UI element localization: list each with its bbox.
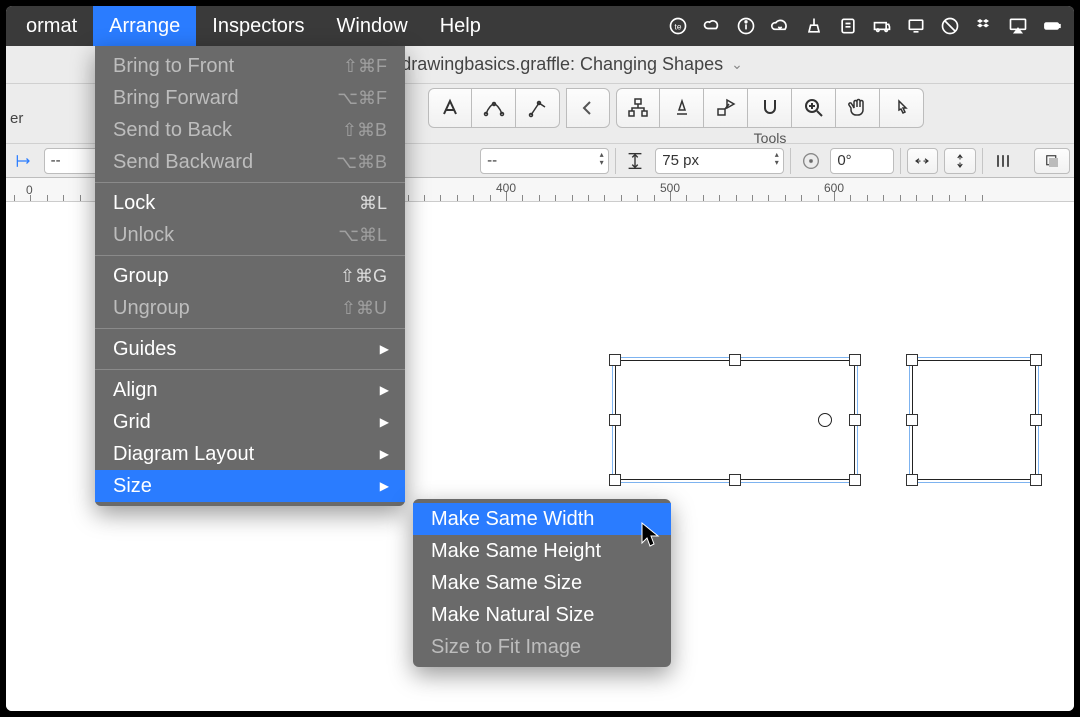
resize-handle[interactable]: [849, 354, 861, 366]
size-submenu: Make Same WidthMake Same HeightMake Same…: [413, 499, 671, 667]
rotation-icon: [797, 148, 825, 174]
arrange-dropdown: Bring to Front⇧⌘FBring Forward⌥⌘FSend to…: [95, 46, 405, 506]
submenu-item-make-natural-size[interactable]: Make Natural Size: [413, 599, 671, 631]
status-icon-te[interactable]: te: [666, 14, 690, 38]
menu-item-size[interactable]: Size▶: [95, 470, 405, 502]
tool-hierarchy[interactable]: [616, 88, 660, 128]
cloud-sync-icon[interactable]: [768, 14, 792, 38]
resize-handle[interactable]: [849, 414, 861, 426]
submenu-item-make-same-size[interactable]: Make Same Size: [413, 567, 671, 599]
shape-rectangle-2[interactable]: [912, 360, 1036, 480]
van-icon[interactable]: [870, 14, 894, 38]
menu-item-diagram-layout[interactable]: Diagram Layout▶: [95, 438, 405, 470]
block-icon[interactable]: [938, 14, 962, 38]
resize-handle[interactable]: [1030, 354, 1042, 366]
tool-pen[interactable]: [472, 88, 516, 128]
dropbox-icon[interactable]: [972, 14, 996, 38]
battery-icon[interactable]: [1040, 14, 1064, 38]
px-field[interactable]: 75 px ▴▾: [655, 148, 783, 174]
menu-item-send-backward: Send Backward⌥⌘B: [95, 146, 405, 178]
resize-handle[interactable]: [906, 474, 918, 486]
shadow-button[interactable]: [1034, 148, 1070, 174]
columns-icon[interactable]: [989, 148, 1017, 174]
width-icon: [10, 148, 38, 174]
tool-text[interactable]: [428, 88, 472, 128]
todo-icon[interactable]: [836, 14, 860, 38]
menu-arrange[interactable]: Arrange: [93, 6, 196, 46]
menu-item-send-to-back: Send to Back⇧⌘B: [95, 114, 405, 146]
menu-item-lock[interactable]: Lock⌘L: [95, 187, 405, 219]
tool-magnet[interactable]: [748, 88, 792, 128]
left-panel-fragment: er: [10, 110, 23, 127]
ruler-origin: 0: [26, 183, 33, 197]
resize-handle[interactable]: [849, 474, 861, 486]
menu-item-bring-to-front: Bring to Front⇧⌘F: [95, 50, 405, 82]
flip-horizontal-button[interactable]: [907, 148, 939, 174]
menu-item-align[interactable]: Align▶: [95, 374, 405, 406]
tools-group-label: Tools: [754, 130, 787, 146]
resize-handle[interactable]: [609, 354, 621, 366]
flip-vertical-button[interactable]: [944, 148, 976, 174]
menu-help[interactable]: Help: [424, 6, 497, 46]
menu-item-unlock: Unlock⌥⌘L: [95, 219, 405, 251]
cleanup-icon[interactable]: [802, 14, 826, 38]
tool-point[interactable]: [880, 88, 924, 128]
tool-style[interactable]: [704, 88, 748, 128]
tool-node[interactable]: [516, 88, 560, 128]
resize-handle[interactable]: [609, 414, 621, 426]
info-icon[interactable]: [734, 14, 758, 38]
menu-inspectors[interactable]: Inspectors: [196, 6, 320, 46]
resize-handle[interactable]: [729, 474, 741, 486]
vspacing-icon: [622, 148, 650, 174]
ruler-tick-label: 500: [660, 181, 680, 195]
rotate-handle[interactable]: [818, 413, 832, 427]
menu-item-grid[interactable]: Grid▶: [95, 406, 405, 438]
resize-handle[interactable]: [1030, 474, 1042, 486]
submenu-item-make-same-width[interactable]: Make Same Width: [413, 503, 671, 535]
rotation-field[interactable]: 0°: [830, 148, 893, 174]
stroke-height-field[interactable]: -- ▴▾: [480, 148, 608, 174]
resize-handle[interactable]: [906, 414, 918, 426]
creative-cloud-icon[interactable]: [700, 14, 724, 38]
resize-handle[interactable]: [609, 474, 621, 486]
tool-stamp[interactable]: [660, 88, 704, 128]
tool-hand[interactable]: [836, 88, 880, 128]
ruler-tick-label: 600: [824, 181, 844, 195]
menu-format[interactable]: ormat: [10, 6, 93, 46]
resize-handle[interactable]: [906, 354, 918, 366]
svg-text:te: te: [675, 21, 682, 31]
airplay-icon[interactable]: [1006, 14, 1030, 38]
document-title: og7_drawingbasics.graffle: Changing Shap…: [361, 54, 723, 75]
resize-handle[interactable]: [1030, 414, 1042, 426]
ruler-tick-label: 400: [496, 181, 516, 195]
menubar: ormat Arrange Inspectors Window Help te: [6, 6, 1074, 46]
resize-handle[interactable]: [729, 354, 741, 366]
title-dropdown-caret[interactable]: ⌄: [731, 56, 743, 73]
submenu-item-make-same-height[interactable]: Make Same Height: [413, 535, 671, 567]
menu-item-guides[interactable]: Guides▶: [95, 333, 405, 365]
submenu-item-size-to-fit-image: Size to Fit Image: [413, 631, 671, 663]
tool-zoom[interactable]: [792, 88, 836, 128]
display-icon[interactable]: [904, 14, 928, 38]
tool-back[interactable]: [566, 88, 610, 128]
menu-item-bring-forward: Bring Forward⌥⌘F: [95, 82, 405, 114]
menu-item-group[interactable]: Group⇧⌘G: [95, 260, 405, 292]
menubar-status-icons: te: [666, 6, 1064, 46]
menu-item-ungroup: Ungroup⇧⌘U: [95, 292, 405, 324]
menu-window[interactable]: Window: [321, 6, 424, 46]
